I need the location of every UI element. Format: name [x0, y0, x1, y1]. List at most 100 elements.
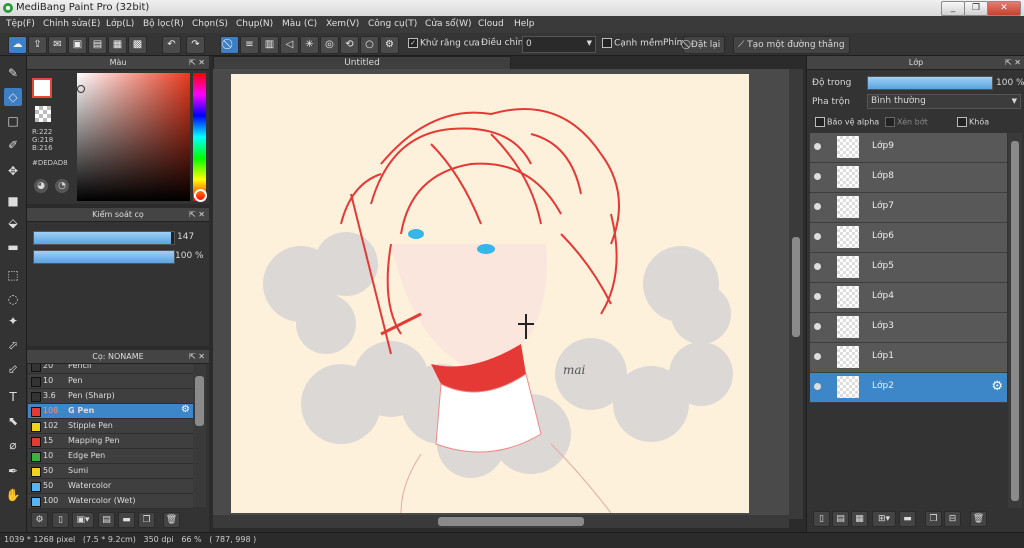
brush-item[interactable]: 15 Mapping Pen	[28, 434, 193, 449]
bucket-tool-icon[interactable]: ⬙	[4, 214, 22, 232]
save-icon[interactable]: ▣	[68, 36, 87, 54]
brush-item[interactable]: 102 Stipple Pen	[28, 419, 193, 434]
panel-controls-icon[interactable]: ⇱ ✕	[189, 208, 205, 221]
grid-icon[interactable]: ▩	[128, 36, 147, 54]
duplicate-icon[interactable]: ❐	[138, 512, 155, 528]
share-icon[interactable]: ⇪	[28, 36, 47, 54]
select-tool-icon[interactable]: ⬚	[4, 266, 22, 284]
menu-color[interactable]: Màu (C)	[282, 19, 317, 29]
image-icon[interactable]: ▦	[108, 36, 127, 54]
eraser-tool-icon[interactable]: ◇	[4, 88, 22, 106]
saturation-value-picker[interactable]	[77, 73, 190, 201]
brush-item[interactable]: 10 Pen	[28, 374, 193, 389]
brush-item[interactable]: 50 Sumi	[28, 464, 193, 479]
scroll-thumb[interactable]	[195, 376, 204, 426]
crosshair-snap-icon[interactable]: ▥	[260, 36, 279, 54]
brush-list-scrollbar[interactable]	[193, 364, 206, 507]
brush-opacity-slider[interactable]	[33, 250, 175, 264]
brush-item[interactable]: 50 Watercolor	[28, 479, 193, 494]
antialias-checkbox[interactable]: ✓ Khử răng cưa	[408, 38, 480, 49]
brush-item[interactable]: 100 Watercolor (Wet)	[28, 494, 193, 509]
panel-controls-icon[interactable]: ⇱ ✕	[1005, 56, 1021, 69]
cloud-icon[interactable]: ☁	[8, 36, 27, 54]
add-brush-icon[interactable]: ⚙	[31, 512, 48, 528]
brush-item[interactable]: 108 G Pen ⚙	[28, 404, 193, 419]
menu-layer[interactable]: Lớp(L)	[106, 19, 134, 29]
minimize-button[interactable]: _	[941, 1, 965, 16]
picker-cursor[interactable]	[77, 85, 85, 93]
menu-tools[interactable]: Công cụ(T)	[368, 19, 417, 29]
eye-icon[interactable]	[814, 263, 821, 270]
scroll-thumb[interactable]	[438, 517, 584, 526]
scroll-thumb[interactable]	[792, 237, 800, 337]
add-layer-menu-icon[interactable]: ⊞▾	[872, 511, 896, 527]
protect-alpha-checkbox[interactable]: Bảo vệ alpha	[815, 117, 879, 127]
menu-help[interactable]: Help	[514, 19, 535, 29]
palette-icon[interactable]: ◕	[34, 179, 48, 193]
magic-wand-icon[interactable]: ✦	[4, 312, 22, 330]
settings-icon[interactable]: ⚙	[380, 36, 399, 54]
canvas-vertical-scrollbar[interactable]	[789, 69, 803, 519]
adjust-select[interactable]: 0 ▼	[522, 36, 596, 53]
folder-icon[interactable]: ▬	[118, 512, 135, 528]
soft-edge-checkbox[interactable]: Cạnh mềm	[602, 38, 663, 49]
move-tool-icon[interactable]: ✥	[4, 162, 22, 180]
layer-row[interactable]: Lớp5	[810, 253, 1007, 283]
eye-icon[interactable]	[814, 383, 821, 390]
brush-item[interactable]: 20 Pencil	[28, 364, 193, 374]
create-line-button[interactable]: ⟋ Tạo một đường thẳng	[733, 36, 850, 54]
dot-tool-icon[interactable]: □	[4, 112, 22, 130]
gradient-tool-icon[interactable]: ▬	[4, 238, 22, 256]
panel-controls-icon[interactable]: ⇱ ✕	[189, 56, 205, 69]
brush-item[interactable]: 10 Edge Pen	[28, 449, 193, 464]
reset-button[interactable]: ⃠ Đặt lại	[683, 36, 726, 54]
new-halftone-layer-icon[interactable]: ▤	[832, 511, 849, 527]
menu-filter[interactable]: Bộ lọc(R)	[143, 19, 184, 29]
new-8bit-layer-icon[interactable]: ▦	[851, 511, 868, 527]
layer-row[interactable]: Lớp1	[810, 343, 1007, 373]
document-icon[interactable]: ▤	[88, 36, 107, 54]
brush-tool-icon[interactable]: ✎	[4, 64, 22, 82]
color-history-icon[interactable]: ◔	[55, 179, 69, 193]
circle-snap-icon[interactable]: ◎	[320, 36, 339, 54]
layer-row[interactable]: Lớp8	[810, 163, 1007, 193]
menu-edit[interactable]: Chỉnh sửa(E)	[43, 19, 100, 29]
panel-controls-icon[interactable]: ⇱ ✕	[189, 350, 205, 363]
vanishing-snap-icon[interactable]: ◁	[280, 36, 299, 54]
delete-layer-icon[interactable]: 🗑	[970, 511, 987, 527]
menu-select[interactable]: Chọn(S)	[192, 19, 228, 29]
hue-cursor[interactable]	[194, 189, 207, 202]
select-pen-icon[interactable]: ⬀	[4, 336, 22, 354]
parallel-snap-icon[interactable]: ≡	[240, 36, 259, 54]
layer-row[interactable]: Lớp7	[810, 193, 1007, 223]
layer-row[interactable]: Lớp4	[810, 283, 1007, 313]
layer-list-scrollbar[interactable]	[1008, 133, 1022, 508]
clipping-checkbox[interactable]: Xén bớt	[885, 117, 928, 127]
layer-opacity-slider[interactable]	[867, 76, 993, 90]
menu-cloud[interactable]: Cloud	[478, 19, 504, 29]
menu-capture[interactable]: Chụp(N)	[236, 19, 273, 29]
eye-icon[interactable]	[814, 173, 821, 180]
ellipse-snap-icon[interactable]: ○	[360, 36, 379, 54]
rectangle-fill-icon[interactable]: ■	[4, 192, 22, 210]
canvas-artwork[interactable]: mai	[231, 74, 749, 513]
menu-file[interactable]: Tệp(F)	[6, 19, 35, 29]
layer-settings-gear-icon[interactable]: ⚙	[991, 379, 1003, 394]
eye-icon[interactable]	[814, 293, 821, 300]
new-brush-icon[interactable]: ▯	[52, 512, 69, 528]
scroll-thumb[interactable]	[1011, 141, 1019, 501]
duplicate-layer-icon[interactable]: ❐	[925, 511, 942, 527]
brush-settings-gear-icon[interactable]: ⚙	[181, 404, 190, 415]
merge-layer-icon[interactable]: ⊟	[944, 511, 961, 527]
undo-icon[interactable]: ↶	[162, 36, 181, 54]
layer-row[interactable]: Lớp3	[810, 313, 1007, 343]
primary-color-swatch[interactable]	[32, 78, 52, 98]
eye-icon[interactable]	[814, 323, 821, 330]
layer-row[interactable]: Lớp2 ⚙	[810, 373, 1007, 403]
hue-slider[interactable]	[193, 73, 207, 202]
snap-off-icon[interactable]: ⃠	[220, 36, 239, 54]
brush-item[interactable]: 3.6 Pen (Sharp)	[28, 389, 193, 404]
brush-size-slider[interactable]	[33, 231, 175, 245]
comment-icon[interactable]: ✉	[48, 36, 67, 54]
menu-window[interactable]: Cửa sổ(W)	[425, 19, 471, 29]
